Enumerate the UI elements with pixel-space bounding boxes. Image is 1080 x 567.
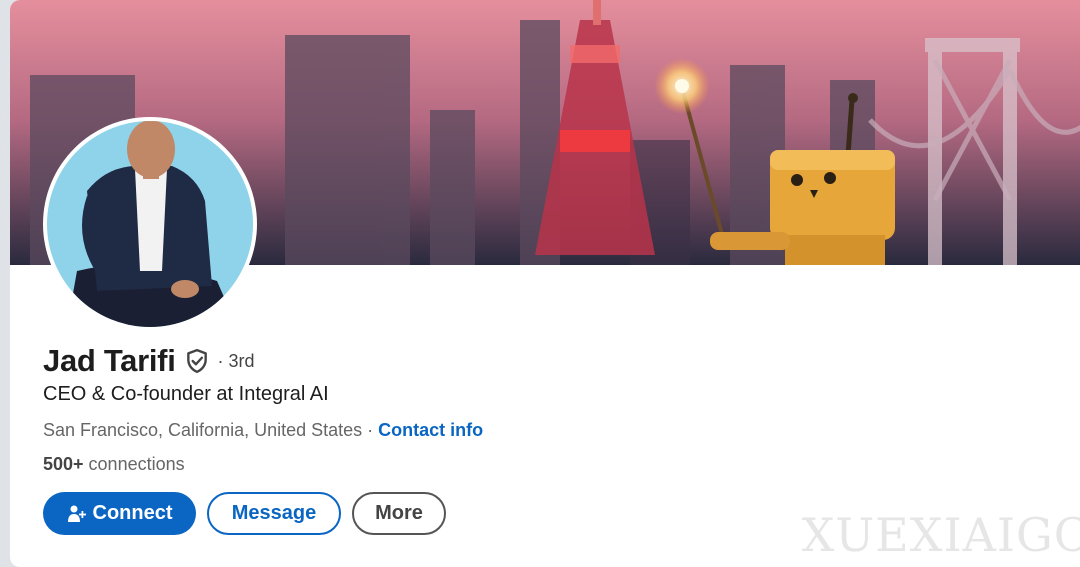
contact-info-link[interactable]: Contact info xyxy=(378,420,483,440)
connections-count[interactable]: 500+ connections xyxy=(43,454,185,475)
message-button[interactable]: Message xyxy=(207,492,341,535)
connections-label: connections xyxy=(83,454,185,474)
profile-photo[interactable] xyxy=(43,117,257,331)
connection-degree: · 3rd xyxy=(217,350,255,371)
profile-info: Jad Tarifi · 3rd CEO & Co-founder at Int… xyxy=(43,340,483,474)
profile-card: Jad Tarifi · 3rd CEO & Co-founder at Int… xyxy=(10,0,1080,567)
profile-actions: Connect Message More xyxy=(43,492,446,535)
connect-button-label: Connect xyxy=(92,502,173,524)
name-row: Jad Tarifi · 3rd xyxy=(43,340,255,382)
more-button[interactable]: More xyxy=(352,492,446,535)
profile-name: Jad Tarifi xyxy=(43,343,176,378)
connect-button[interactable]: Connect xyxy=(43,492,196,535)
separator-dot: · xyxy=(362,420,379,440)
profile-headline: CEO & Co-founder at Integral AI xyxy=(43,383,329,405)
connections-number: 500+ xyxy=(43,454,84,474)
message-button-label: Message xyxy=(231,502,317,524)
watermark-text: XUEXIAIGC xyxy=(801,508,1080,562)
profile-location: San Francisco, California, United States xyxy=(43,420,363,440)
add-person-icon xyxy=(67,504,87,524)
shield-check-icon[interactable] xyxy=(184,348,210,374)
more-button-label: More xyxy=(375,502,423,524)
location-row: San Francisco, California, United States… xyxy=(43,420,483,441)
